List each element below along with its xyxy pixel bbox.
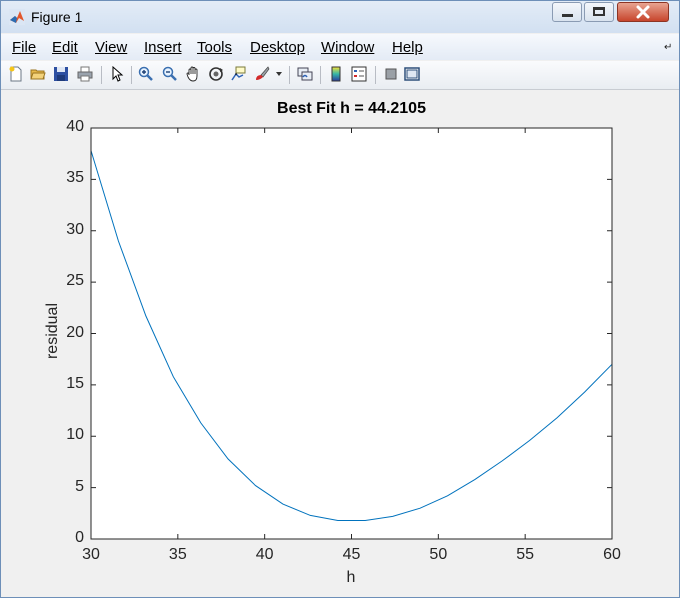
axes[interactable] [0,0,680,598]
x-axis-label: h [346,569,356,586]
y-tick-label: 40 [66,118,84,135]
plot-title: Best Fit h = 44.2105 [277,100,426,117]
x-tick-label: 50 [429,546,448,563]
x-tick-label: 30 [82,546,100,563]
y-tick-label: 30 [66,220,84,238]
y-tick-label: 10 [66,426,84,444]
x-tick-label: 35 [168,546,187,563]
x-tick-label: 55 [516,546,535,563]
y-tick-label: 35 [66,169,84,187]
x-tick-label: 60 [603,546,621,563]
x-tick-label: 45 [342,546,361,563]
axes-background [91,128,612,539]
y-axis-label: residual [44,302,61,360]
y-tick-label: 0 [75,529,84,546]
y-tick-label: 5 [75,477,84,495]
x-tick-label: 40 [255,546,274,563]
